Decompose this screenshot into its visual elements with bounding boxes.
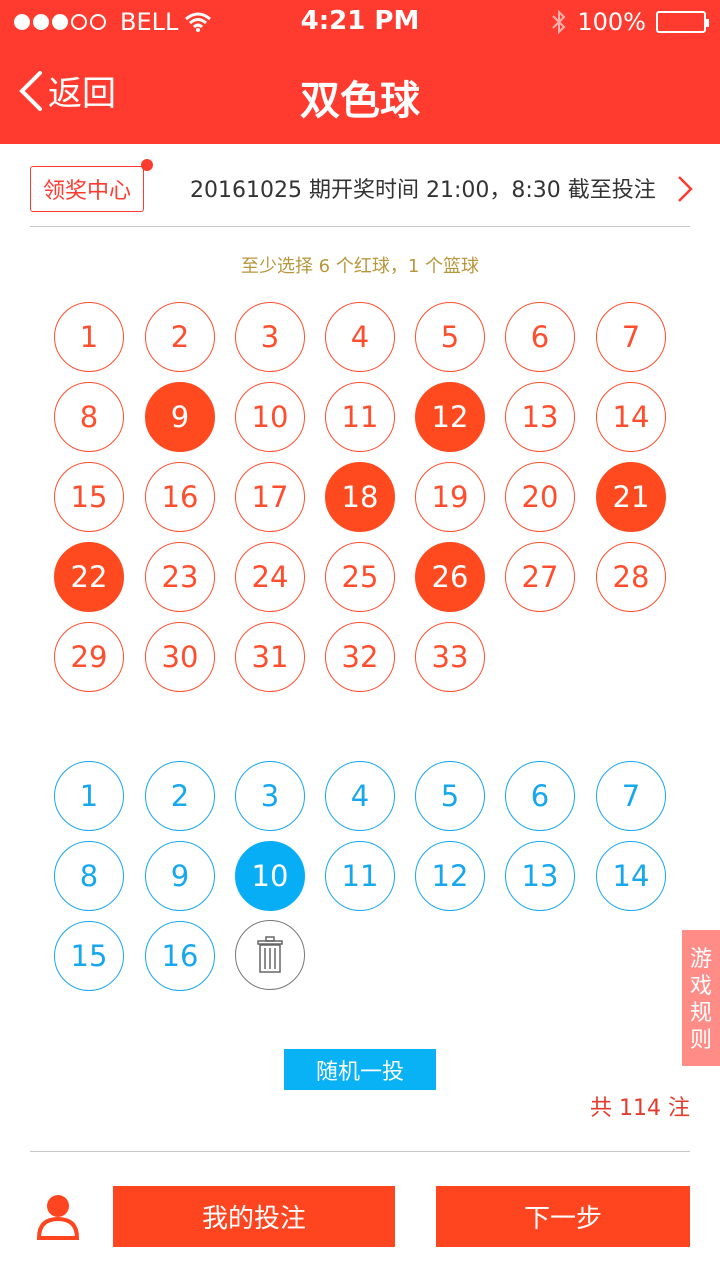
red-ball-7[interactable]: 7 xyxy=(596,302,666,372)
red-ball-25[interactable]: 25 xyxy=(325,542,395,612)
bet-total: 共 114 注 xyxy=(590,1096,690,1121)
battery-percent: 100% xyxy=(577,8,646,36)
bluetooth-icon xyxy=(552,9,566,35)
blue-ball-2[interactable]: 2 xyxy=(145,761,215,831)
blue-ball-3[interactable]: 3 xyxy=(235,761,305,831)
red-ball-22[interactable]: 22 xyxy=(54,542,124,612)
prize-center-button[interactable]: 领奖中心 xyxy=(30,159,154,212)
blue-ball-7[interactable]: 7 xyxy=(596,761,666,831)
red-ball-23[interactable]: 23 xyxy=(145,542,215,612)
red-ball-18[interactable]: 18 xyxy=(325,462,395,532)
red-ball-13[interactable]: 13 xyxy=(505,382,575,452)
blue-ball-5[interactable]: 5 xyxy=(415,761,485,831)
blue-ball-4[interactable]: 4 xyxy=(325,761,395,831)
bottom-bar: 我的投注 下一步 xyxy=(0,1180,720,1260)
draw-period-text: 20161025 期开奖时间 21:00，8:30 截至投注 xyxy=(190,178,656,203)
red-ball-11[interactable]: 11 xyxy=(325,382,395,452)
blue-ball-11[interactable]: 11 xyxy=(325,841,395,911)
blue-ball-14[interactable]: 14 xyxy=(596,841,666,911)
random-pick-button[interactable]: 随机一投 xyxy=(284,1049,436,1090)
red-ball-19[interactable]: 19 xyxy=(415,462,485,532)
status-right: 100% xyxy=(551,8,709,36)
red-ball-3[interactable]: 3 xyxy=(235,302,305,372)
red-ball-2[interactable]: 2 xyxy=(145,302,215,372)
red-ball-10[interactable]: 10 xyxy=(235,382,305,452)
red-ball-27[interactable]: 27 xyxy=(505,542,575,612)
next-step-button[interactable]: 下一步 xyxy=(436,1186,690,1247)
red-ball-31[interactable]: 31 xyxy=(235,622,305,692)
red-ball-4[interactable]: 4 xyxy=(325,302,395,372)
blue-ball-1[interactable]: 1 xyxy=(54,761,124,831)
red-ball-15[interactable]: 15 xyxy=(54,462,124,532)
red-ball-14[interactable]: 14 xyxy=(596,382,666,452)
my-bets-button[interactable]: 我的投注 xyxy=(113,1186,395,1247)
blue-ball-8[interactable]: 8 xyxy=(54,841,124,911)
notification-dot xyxy=(141,159,154,171)
red-ball-21[interactable]: 21 xyxy=(596,462,666,532)
blue-ball-16[interactable]: 16 xyxy=(145,921,215,991)
draw-info-row[interactable]: 领奖中心 20161025 期开奖时间 21:00，8:30 截至投注 xyxy=(30,159,694,220)
red-ball-24[interactable]: 24 xyxy=(235,542,305,612)
prize-center-label: 领奖中心 xyxy=(43,179,132,204)
red-ball-28[interactable]: 28 xyxy=(596,542,666,612)
clear-selection-button[interactable] xyxy=(235,920,305,990)
user-icon[interactable] xyxy=(36,1192,80,1240)
red-ball-1[interactable]: 1 xyxy=(54,302,124,372)
chevron-right-icon[interactable] xyxy=(676,174,694,204)
battery-icon xyxy=(656,11,709,33)
red-ball-5[interactable]: 5 xyxy=(415,302,485,372)
red-ball-6[interactable]: 6 xyxy=(505,302,575,372)
nav-bar: 返回 双色球 xyxy=(0,60,720,132)
game-rules-label: 游戏规则 xyxy=(690,947,713,1053)
red-ball-20[interactable]: 20 xyxy=(505,462,575,532)
status-bar: BELL 4:21 PM 100% xyxy=(0,0,720,44)
red-ball-30[interactable]: 30 xyxy=(145,622,215,692)
selection-hint: 至少选择 6 个红球，1 个篮球 xyxy=(240,256,480,277)
page-title: 双色球 xyxy=(300,78,420,124)
blue-ball-15[interactable]: 15 xyxy=(54,921,124,991)
red-ball-12[interactable]: 12 xyxy=(415,382,485,452)
blue-ball-9[interactable]: 9 xyxy=(145,841,215,911)
top-bar: BELL 4:21 PM 100% 返回 双色球 xyxy=(0,0,720,144)
blue-ball-6[interactable]: 6 xyxy=(505,761,575,831)
divider xyxy=(30,1151,690,1152)
divider xyxy=(30,226,690,227)
game-rules-tab[interactable]: 游戏规则 xyxy=(682,930,720,1066)
trash-icon xyxy=(257,936,283,973)
blue-ball-13[interactable]: 13 xyxy=(505,841,575,911)
red-ball-9[interactable]: 9 xyxy=(145,382,215,452)
blue-ball-12[interactable]: 12 xyxy=(415,841,485,911)
red-ball-26[interactable]: 26 xyxy=(415,542,485,612)
red-ball-17[interactable]: 17 xyxy=(235,462,305,532)
red-ball-32[interactable]: 32 xyxy=(325,622,395,692)
blue-ball-10[interactable]: 10 xyxy=(235,841,305,911)
red-ball-33[interactable]: 33 xyxy=(415,622,485,692)
red-ball-8[interactable]: 8 xyxy=(54,382,124,452)
red-ball-29[interactable]: 29 xyxy=(54,622,124,692)
red-ball-16[interactable]: 16 xyxy=(145,462,215,532)
